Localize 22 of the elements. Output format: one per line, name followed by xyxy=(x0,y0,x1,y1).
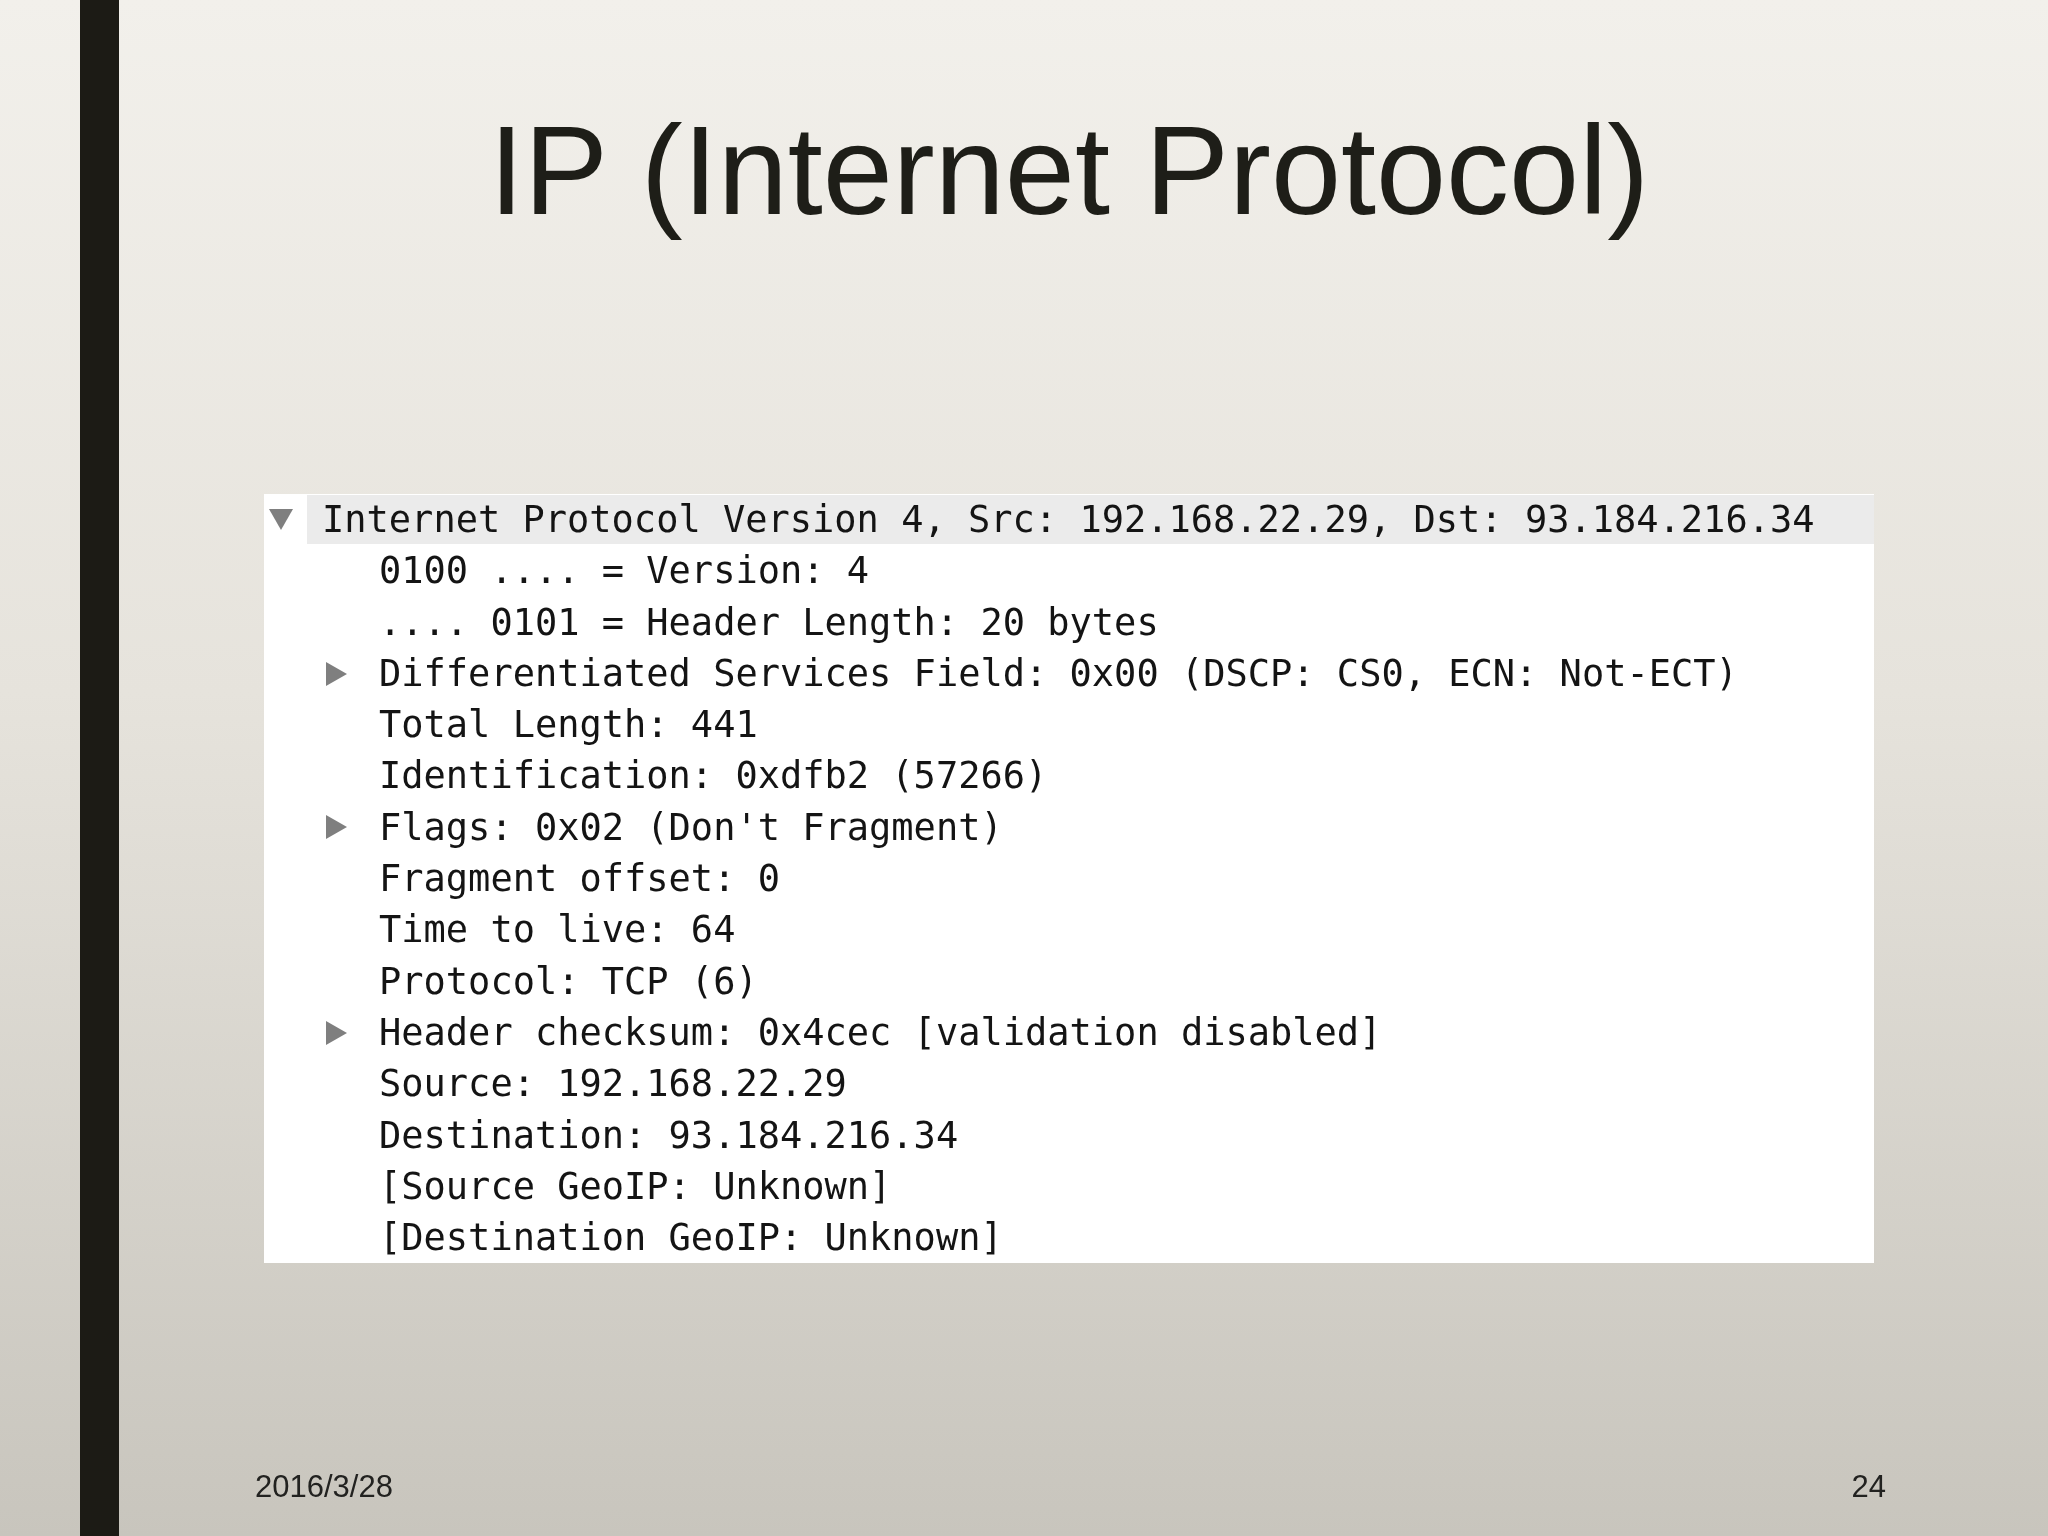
caret-right-icon[interactable] xyxy=(326,661,347,686)
tree-item[interactable]: Header checksum: 0x4cec [validation disabled] xyxy=(364,1006,1382,1059)
caret-down-icon[interactable] xyxy=(269,509,293,531)
slide-number: 24 xyxy=(1851,1468,1886,1506)
tree-item[interactable]: Total Length: 441 xyxy=(364,699,758,751)
slide-title: IP (Internet Protocol) xyxy=(487,99,1651,243)
tree-item[interactable]: 0100 .... = Version: 4 xyxy=(364,545,870,597)
tree-item[interactable]: Flags: 0x02 (Don't Fragment) xyxy=(364,801,1003,854)
slide-date: 2016/3/28 xyxy=(255,1468,393,1506)
tree-item[interactable]: [Source GeoIP: Unknown] xyxy=(364,1160,892,1213)
tree-item[interactable]: Source: 192.168.22.29 xyxy=(364,1058,847,1110)
tree-item[interactable]: Destination: 93.184.216.34 xyxy=(364,1109,959,1161)
tree-item[interactable]: .... 0101 = Header Length: 20 bytes xyxy=(364,596,1159,648)
caret-right-icon[interactable] xyxy=(326,1020,347,1045)
tree-item[interactable]: Protocol: TCP (6) xyxy=(364,955,758,1007)
tree-item[interactable]: Time to live: 64 xyxy=(364,904,736,956)
tree-item[interactable]: Fragment offset: 0 xyxy=(364,853,780,905)
tree-item[interactable]: Identification: 0xdfb2 (57266) xyxy=(364,750,1048,802)
tree-item[interactable]: Differentiated Services Field: 0x00 (DSCP: CS0, ECN: Not-ECT) xyxy=(364,647,1738,700)
tree-item[interactable]: Internet Protocol Version 4, Src: 192.168.22.29, Dst: 93.184.216.34 xyxy=(307,495,1874,545)
caret-right-icon[interactable] xyxy=(326,815,347,840)
tree-item[interactable]: [Destination GeoIP: Unknown] xyxy=(364,1212,1003,1264)
